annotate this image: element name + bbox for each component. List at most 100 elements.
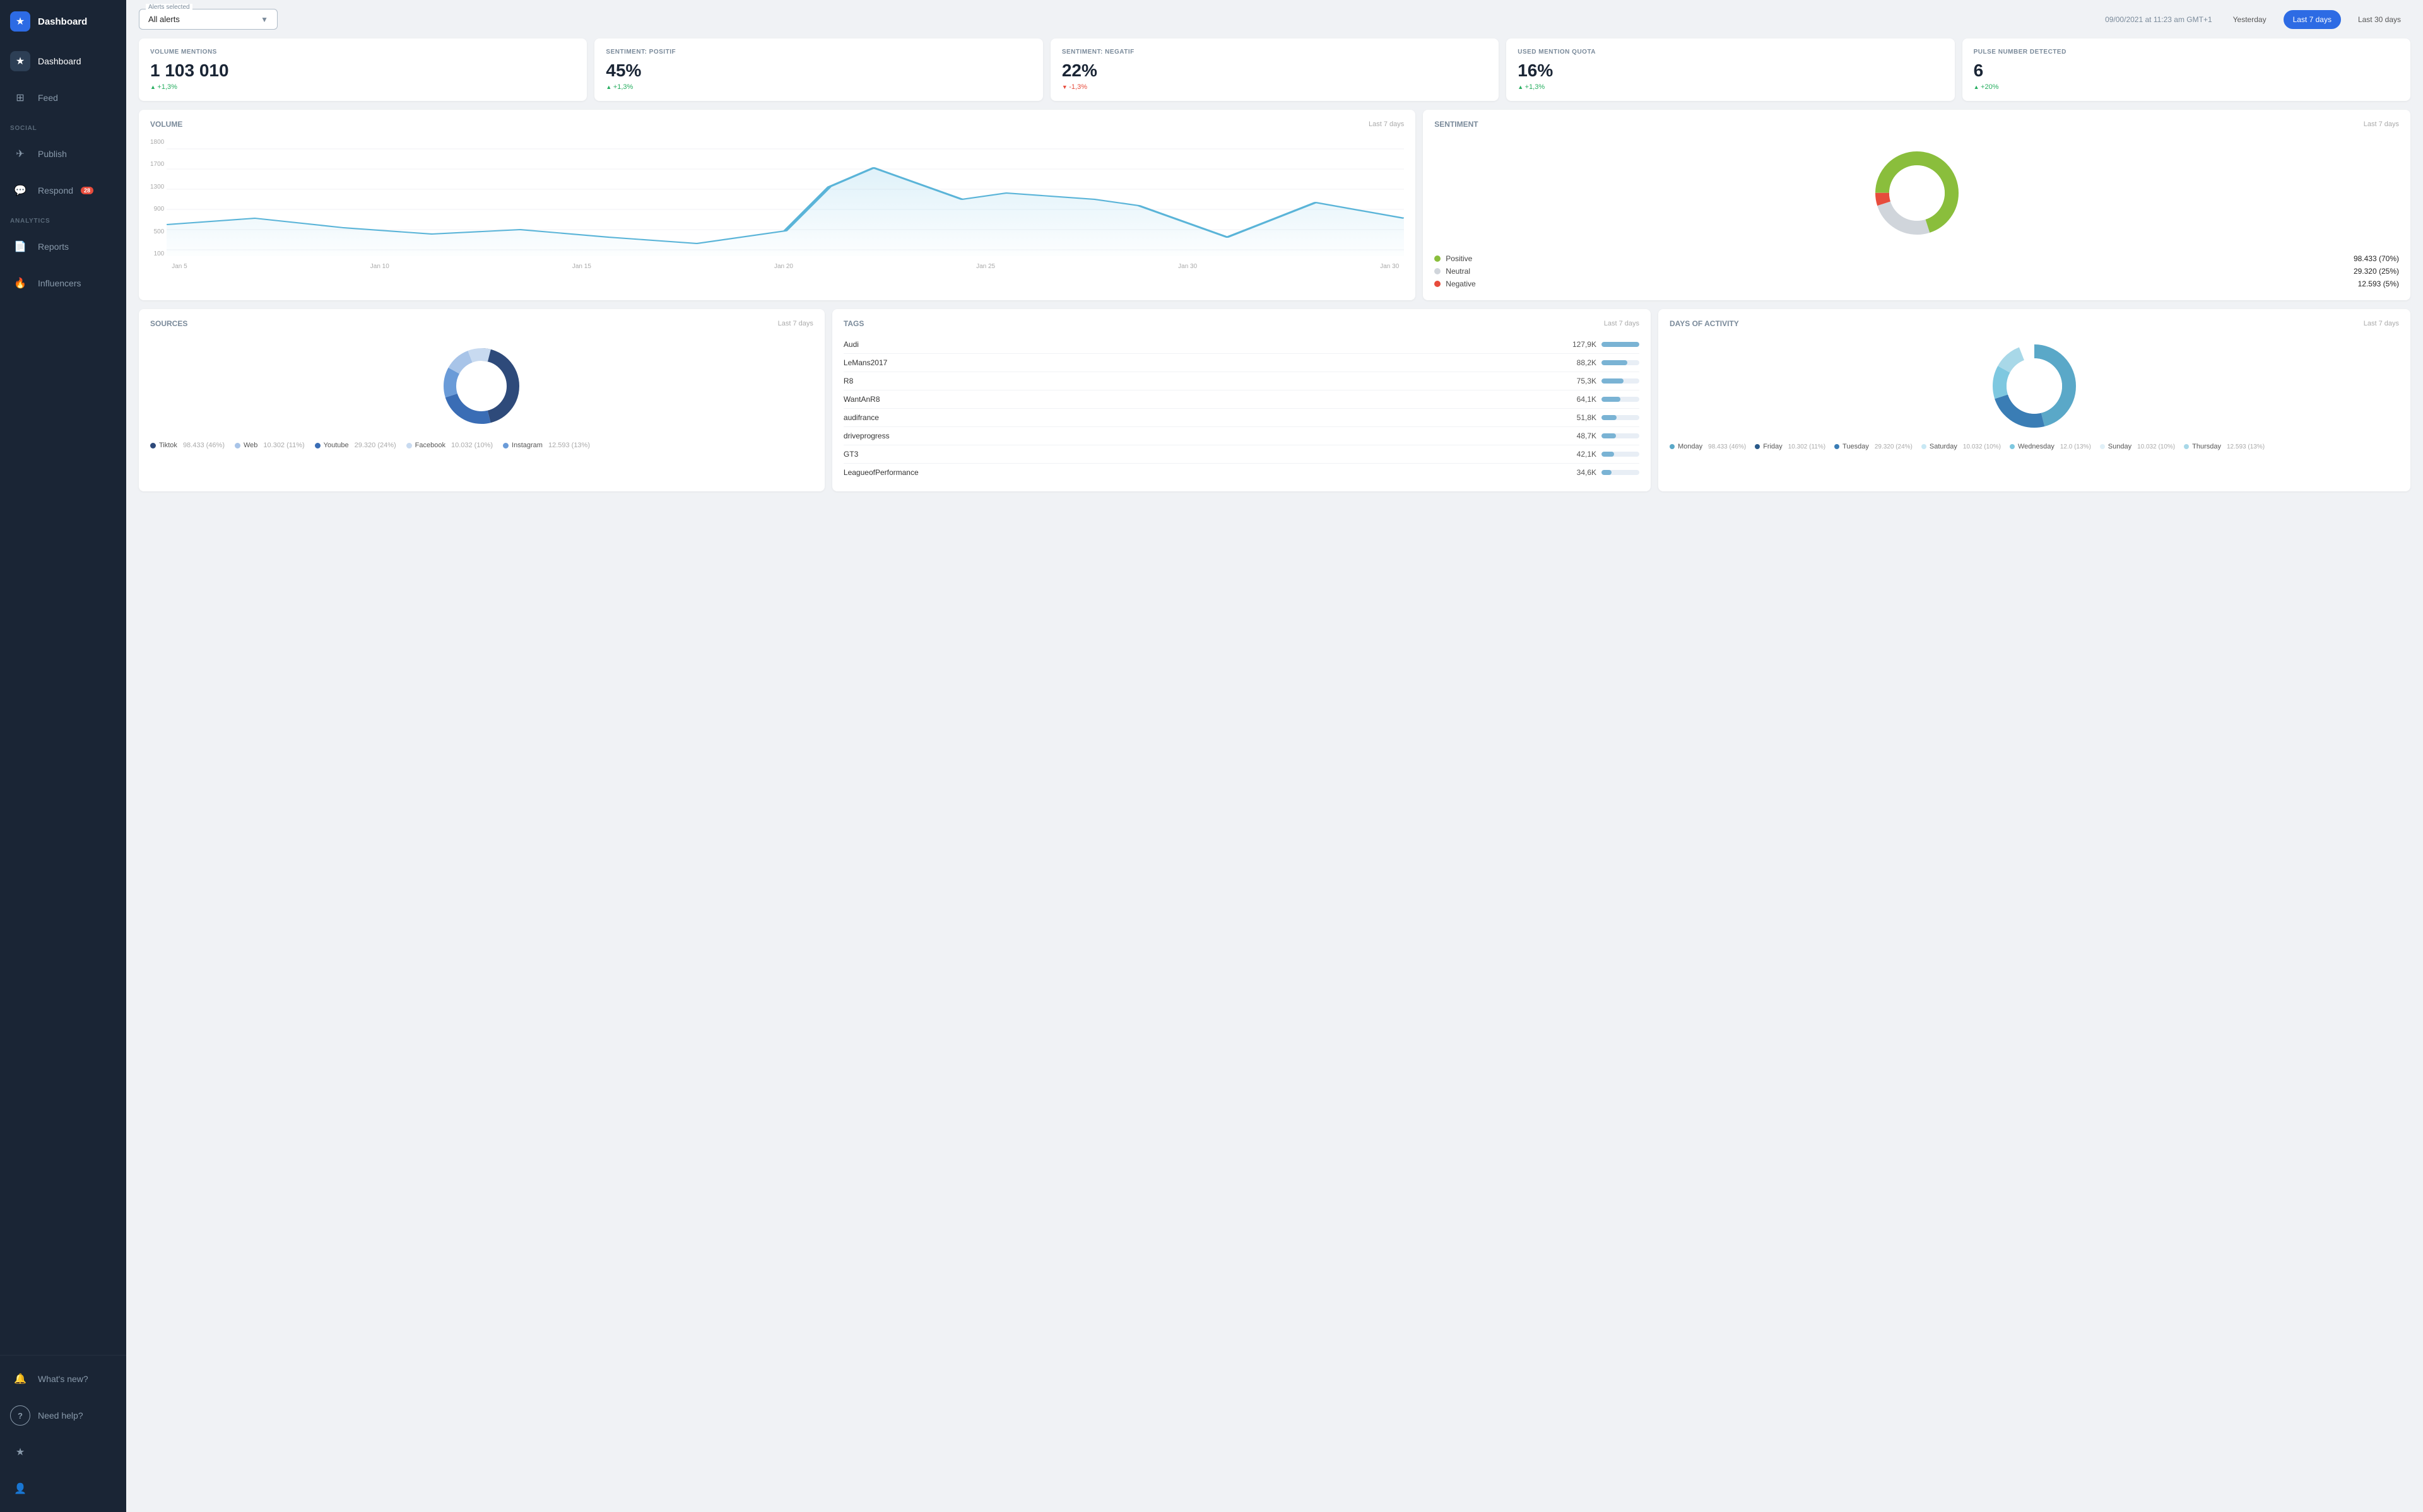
- web-dot: [235, 443, 240, 448]
- sidebar-item-label: Dashboard: [38, 56, 81, 66]
- legend-value: 29.320 (24%): [1875, 443, 1913, 450]
- logo-text: Dashboard: [38, 16, 87, 27]
- sidebar-item-publish[interactable]: ✈ Publish: [0, 136, 126, 172]
- x-label: Jan 20: [774, 263, 793, 270]
- legend-label: Tuesday: [1842, 443, 1869, 450]
- saturday-dot: [1921, 444, 1926, 449]
- y-label: 1300: [150, 184, 164, 190]
- tag-bar-bg: [1601, 470, 1639, 475]
- legend-label: Thursday: [2192, 443, 2221, 450]
- sidebar-item-label: Influencers: [38, 278, 81, 288]
- alerts-dropdown[interactable]: Alerts selected All alerts ▼: [139, 9, 278, 30]
- tag-row: GT3 42,1K: [844, 445, 1639, 464]
- tag-bar: [1601, 360, 1627, 365]
- activity-content: Monday 98.433 (46%) Friday 10.302 (11%) …: [1670, 336, 2399, 450]
- alerts-label: Alerts selected: [146, 4, 192, 11]
- volume-chart-inner: Jan 5 Jan 10 Jan 15 Jan 20 Jan 25 Jan 30…: [167, 136, 1404, 270]
- chart-title: Volume: [150, 120, 182, 129]
- tags-chart-card: Tags Last 7 days Audi 127,9K LeMans2017 …: [832, 309, 1651, 491]
- last7days-button[interactable]: Last 7 days: [2284, 10, 2341, 29]
- legend-value: 10.032 (10%): [2137, 443, 2175, 450]
- legend-value: 12.0 (13%): [2060, 443, 2091, 450]
- legend-value: 29.320 (25%): [2354, 267, 2399, 276]
- sunday-dot: [2100, 444, 2105, 449]
- tag-value: 64,1K: [1569, 395, 1596, 404]
- sidebar-item-need-help[interactable]: ? Need help?: [0, 1397, 126, 1434]
- chart-title: Days of activity: [1670, 319, 1739, 328]
- sidebar-item-label: Respond: [38, 185, 73, 196]
- legend-item-positive: Positive 98.433 (70%): [1434, 252, 2399, 265]
- legend-item-thursday: Thursday 12.593 (13%): [2184, 443, 2265, 450]
- chart-header: Sources Last 7 days: [150, 319, 813, 328]
- favorites-icon: ★: [10, 1442, 30, 1462]
- tag-row: R8 75,3K: [844, 372, 1639, 390]
- legend-item-monday: Monday 98.433 (46%): [1670, 443, 1746, 450]
- stat-value: 22%: [1062, 61, 1487, 81]
- x-label: Jan 5: [172, 263, 187, 270]
- sidebar-item-reports[interactable]: 📄 Reports: [0, 228, 126, 265]
- volume-line-chart: [167, 136, 1404, 262]
- chart-header: Volume Last 7 days: [150, 120, 1404, 129]
- tags-list: Audi 127,9K LeMans2017 88,2K R8 75,3K Wa…: [844, 336, 1639, 481]
- legend-item-friday: Friday 10.302 (11%): [1755, 443, 1825, 450]
- legend-value: 98.433 (46%): [1708, 443, 1746, 450]
- chart-period: Last 7 days: [778, 320, 813, 327]
- sidebar-item-profile[interactable]: 👤: [0, 1470, 126, 1507]
- stat-card-volume: VOLUME MENTIONS 1 103 010 +1,3%: [139, 38, 587, 101]
- chart-period: Last 7 days: [2364, 320, 2399, 327]
- legend-dot: [1434, 268, 1441, 274]
- stat-change: -1,3%: [1062, 83, 1487, 91]
- chart-header: Tags Last 7 days: [844, 319, 1639, 328]
- legend-dot: [1434, 281, 1441, 287]
- sidebar-item-favorites[interactable]: ★: [0, 1434, 126, 1470]
- sidebar-item-respond[interactable]: 💬 Respond 28: [0, 172, 126, 209]
- stats-row: VOLUME MENTIONS 1 103 010 +1,3% SENTIMEN…: [126, 38, 2423, 110]
- activity-legend: Monday 98.433 (46%) Friday 10.302 (11%) …: [1670, 443, 2399, 450]
- tag-value: 51,8K: [1569, 413, 1596, 422]
- legend-item-web: Web 10.302 (11%): [235, 442, 305, 449]
- legend-item-wednesday: Wednesday 12.0 (13%): [2010, 443, 2091, 450]
- tag-bar-bg: [1601, 360, 1639, 365]
- y-label: 900: [150, 206, 164, 213]
- chevron-down-icon: ▼: [261, 15, 268, 24]
- last30days-button[interactable]: Last 30 days: [2349, 10, 2410, 29]
- tuesday-dot: [1834, 444, 1839, 449]
- sentiment-donut-chart: [1866, 143, 1967, 243]
- legend-label: Friday: [1763, 443, 1783, 450]
- legend-value: 12.593 (13%): [548, 442, 590, 449]
- legend-value: 10.032 (10%): [451, 442, 493, 449]
- stat-change: +1,3%: [606, 83, 1031, 91]
- legend-item-sunday: Sunday 10.032 (10%): [2100, 443, 2175, 450]
- youtube-dot: [315, 443, 321, 448]
- sidebar-item-feed[interactable]: ⊞ Feed: [0, 79, 126, 116]
- sidebar-item-whats-new[interactable]: 🔔 What's new?: [0, 1361, 126, 1397]
- legend-value: 10.032 (10%): [1963, 443, 2001, 450]
- stat-change: +20%: [1974, 83, 2399, 91]
- legend-dot: [1434, 255, 1441, 262]
- logo-icon: ★: [10, 11, 30, 32]
- publish-icon: ✈: [10, 144, 30, 164]
- stat-label: USED MENTION QUOTA: [1518, 49, 1943, 56]
- main-content: Alerts selected All alerts ▼ 09/00/2021 …: [126, 0, 2423, 1512]
- profile-icon: 👤: [10, 1479, 30, 1499]
- legend-value: 12.593 (5%): [2358, 279, 2399, 288]
- x-label: Jan 30: [1178, 263, 1197, 270]
- tag-bar-bg: [1601, 342, 1639, 347]
- yesterday-button[interactable]: Yesterday: [2224, 10, 2276, 29]
- tag-value: 127,9K: [1569, 340, 1596, 349]
- legend-item-negative: Negative 12.593 (5%): [1434, 278, 2399, 290]
- stat-label: PULSE NUMBER DETECTED: [1974, 49, 2399, 56]
- legend-label: Youtube: [324, 442, 349, 449]
- sentiment-donut-area: Positive 98.433 (70%) Neutral 29.320 (25…: [1434, 136, 2399, 290]
- stat-label: SENTIMENT: POSITIF: [606, 49, 1031, 56]
- sidebar-item-influencers[interactable]: 🔥 Influencers: [0, 265, 126, 302]
- instagram-dot: [503, 443, 509, 448]
- wednesday-dot: [2010, 444, 2015, 449]
- sidebar-logo[interactable]: ★ Dashboard: [0, 0, 126, 43]
- stat-label: SENTIMENT: NEGATIF: [1062, 49, 1487, 56]
- stat-value: 16%: [1518, 61, 1943, 81]
- tag-row: Audi 127,9K: [844, 336, 1639, 354]
- legend-label: Tiktok: [159, 442, 177, 449]
- sidebar-item-dashboard[interactable]: ★ Dashboard: [0, 43, 126, 79]
- legend-value: 10.302 (11%): [1788, 443, 1825, 450]
